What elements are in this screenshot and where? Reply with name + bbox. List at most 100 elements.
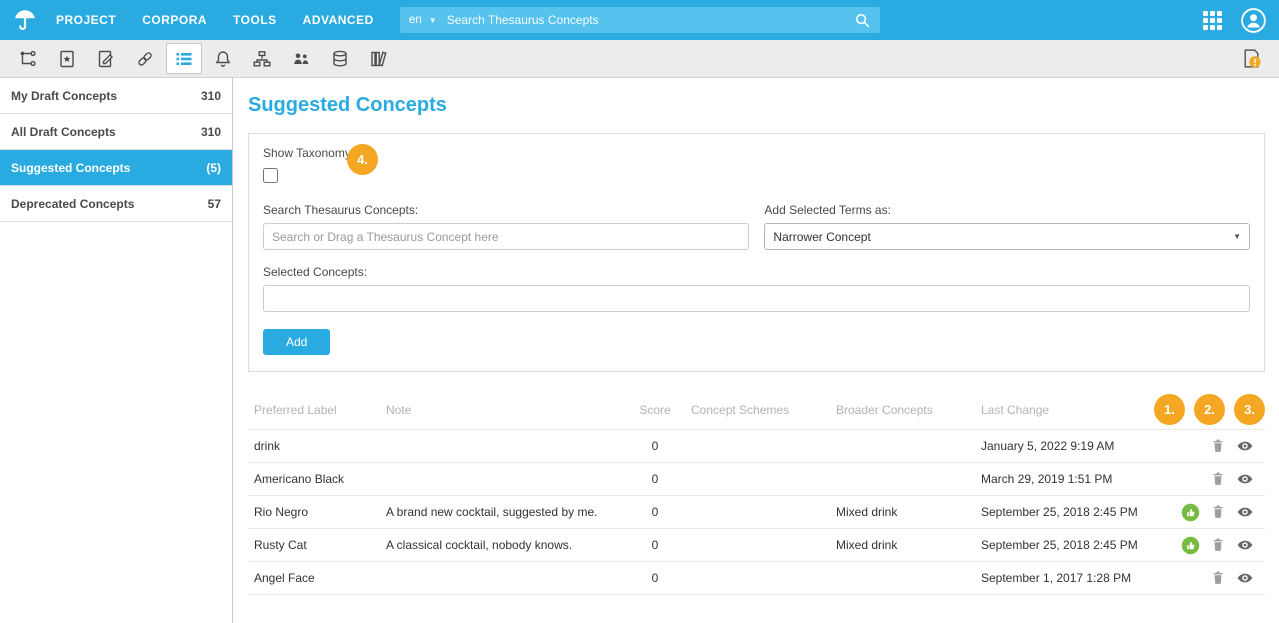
release-notes-button[interactable]: [1233, 43, 1269, 74]
preview-button[interactable]: [1232, 496, 1259, 528]
cell-preferred-label: Americano Black: [248, 463, 380, 496]
add-as-selected-value: Narrower Concept: [773, 230, 870, 244]
delete-button[interactable]: [1204, 430, 1231, 462]
show-taxonomy-label: Show Taxonomy: [263, 146, 1250, 160]
sidebar-item-label: All Draft Concepts: [11, 125, 116, 139]
cell-actions: [1171, 430, 1265, 463]
sidebar-item-suggested-concepts[interactable]: Suggested Concepts (5): [0, 150, 232, 186]
trash-icon: [1209, 470, 1227, 488]
cell-note: A classical cocktail, nobody knows.: [380, 529, 625, 562]
selected-concepts-input[interactable]: [263, 285, 1250, 312]
search-concepts-label: Search Thesaurus Concepts:: [263, 203, 749, 217]
cell-last-change: September 25, 2018 2:45 PM: [975, 529, 1171, 562]
header-note: Note: [380, 390, 625, 430]
menu-advanced[interactable]: ADVANCED: [303, 13, 374, 27]
approve-button[interactable]: [1177, 496, 1204, 528]
thesaurus-concept-search-input[interactable]: [263, 223, 749, 250]
list-view-tool-button[interactable]: [166, 43, 202, 74]
preview-button[interactable]: [1232, 463, 1259, 495]
users-tool-button[interactable]: [283, 43, 319, 74]
header-broader-concepts: Broader Concepts: [830, 390, 975, 430]
annotation-badge-2: 2.: [1194, 394, 1225, 425]
add-concepts-panel: Show Taxonomy 4. Search Thesaurus Concep…: [248, 133, 1265, 372]
header-concept-schemes: Concept Schemes: [685, 390, 830, 430]
cell-broader-concepts: [830, 463, 975, 496]
books-icon: [369, 49, 389, 69]
delete-button[interactable]: [1204, 496, 1231, 528]
approve-button[interactable]: [1177, 529, 1204, 561]
menu-project[interactable]: PROJECT: [56, 13, 116, 27]
app-logo[interactable]: [12, 7, 38, 33]
cell-last-change: September 25, 2018 2:45 PM: [975, 496, 1171, 529]
sidebar-item-count: 310: [201, 125, 221, 139]
edit-document-tool-button[interactable]: [88, 43, 124, 74]
link-icon: [135, 49, 155, 69]
sidebar-item-deprecated-concepts[interactable]: Deprecated Concepts 57: [0, 186, 232, 222]
cell-actions: [1171, 529, 1265, 562]
notifications-tool-button[interactable]: [205, 43, 241, 74]
search-icon[interactable]: [854, 12, 871, 29]
cell-concept-schemes: [685, 496, 830, 529]
global-search-input[interactable]: [447, 13, 854, 27]
cell-last-change: March 29, 2019 1:51 PM: [975, 463, 1171, 496]
delete-button[interactable]: [1204, 463, 1231, 495]
taxonomy-tool-button[interactable]: [244, 43, 280, 74]
cell-concept-schemes: [685, 430, 830, 463]
cell-concept-schemes: [685, 463, 830, 496]
user-avatar-icon[interactable]: [1240, 7, 1267, 34]
add-as-field-group: Add Selected Terms as: Narrower Concept …: [764, 203, 1250, 250]
cell-note: [380, 463, 625, 496]
header-score: Score: [625, 390, 685, 430]
sidebar-item-count: 310: [201, 89, 221, 103]
delete-button[interactable]: [1204, 529, 1231, 561]
menu-corpora[interactable]: CORPORA: [142, 13, 207, 27]
preview-button[interactable]: [1232, 430, 1259, 462]
sidebar-item-my-draft-concepts[interactable]: My Draft Concepts 310: [0, 78, 232, 114]
delete-button[interactable]: [1204, 562, 1231, 594]
header-actions: 1. 2. 3.: [1171, 390, 1265, 430]
add-as-select[interactable]: Narrower Concept ▼: [764, 223, 1250, 250]
apps-grid-icon[interactable]: [1203, 11, 1222, 30]
eye-icon: [1235, 436, 1255, 456]
alert-notes-icon: [1240, 47, 1263, 70]
eye-icon: [1235, 502, 1255, 522]
bell-icon: [213, 49, 233, 69]
table-row[interactable]: Angel Face 0 September 1, 2017 1:28 PM: [248, 562, 1265, 595]
chevron-down-icon: ▼: [429, 16, 437, 25]
sidebar-item-all-draft-concepts[interactable]: All Draft Concepts 310: [0, 114, 232, 150]
cell-actions: [1171, 496, 1265, 529]
sitemap-icon: [252, 49, 272, 69]
page-title: Suggested Concepts: [248, 94, 1265, 117]
table-row[interactable]: drink 0 January 5, 2022 9:19 AM: [248, 430, 1265, 463]
sidebar-item-label: My Draft Concepts: [11, 89, 117, 103]
show-taxonomy-checkbox[interactable]: [263, 168, 278, 183]
table-row[interactable]: Rusty Cat A classical cocktail, nobody k…: [248, 529, 1265, 562]
table-row[interactable]: Americano Black 0 March 29, 2019 1:51 PM: [248, 463, 1265, 496]
menu-tools[interactable]: TOOLS: [233, 13, 277, 27]
list-icon: [174, 49, 194, 69]
topbar: PROJECT CORPORA TOOLS ADVANCED en ▼: [0, 0, 1279, 40]
cell-concept-schemes: [685, 562, 830, 595]
add-as-label: Add Selected Terms as:: [764, 203, 1250, 217]
sidebar: My Draft Concepts 310 All Draft Concepts…: [0, 78, 233, 623]
add-button[interactable]: Add: [263, 329, 330, 355]
database-icon: [330, 49, 350, 69]
cell-score: 0: [625, 430, 685, 463]
header-last-change: Last Change: [975, 390, 1171, 430]
cell-score: 0: [625, 562, 685, 595]
database-tool-button[interactable]: [322, 43, 358, 74]
search-language-selector[interactable]: en: [409, 14, 422, 26]
global-search-bar: en ▼: [400, 7, 880, 33]
table-row[interactable]: Rio Negro A brand new cocktail, suggeste…: [248, 496, 1265, 529]
search-and-add-row: Search Thesaurus Concepts: Add Selected …: [263, 203, 1250, 250]
icon-toolbar: [0, 40, 1279, 78]
cell-preferred-label: Rusty Cat: [248, 529, 380, 562]
catalog-tool-button[interactable]: [361, 43, 397, 74]
eye-icon: [1235, 469, 1255, 489]
hierarchy-tool-button[interactable]: [10, 43, 46, 74]
link-tool-button[interactable]: [127, 43, 163, 74]
trash-icon: [1209, 569, 1227, 587]
preview-button[interactable]: [1232, 529, 1259, 561]
preview-button[interactable]: [1232, 562, 1259, 594]
new-concept-tool-button[interactable]: [49, 43, 85, 74]
